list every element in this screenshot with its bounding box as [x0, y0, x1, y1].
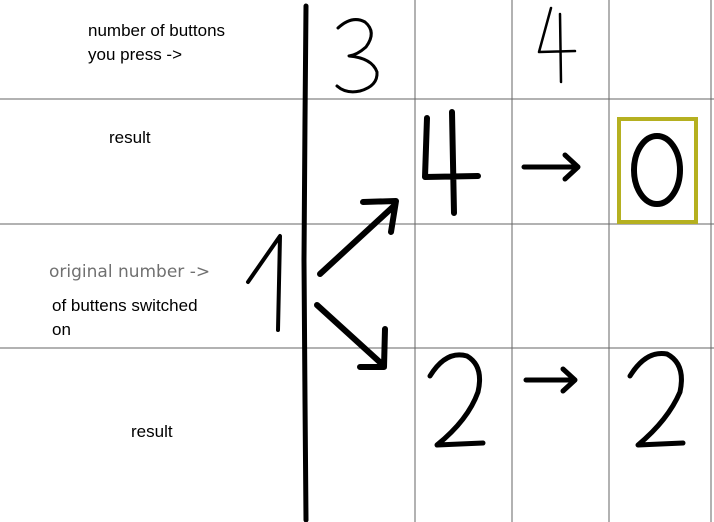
arrow-down-right-icon	[314, 302, 388, 370]
switched-on-label-line2: on	[52, 320, 71, 339]
buttons-pressed-label-line1: number of buttons	[88, 21, 226, 40]
diagram-canvas: number of buttons you press -> result or…	[0, 0, 714, 522]
arrow-right-icon-bottom	[523, 366, 578, 394]
buttons-pressed-label-line2: you press ->	[88, 45, 183, 64]
result-label-top: result	[109, 128, 151, 147]
handwritten-digit-2-right	[627, 350, 686, 448]
result-label-bottom: result	[131, 422, 173, 441]
original-number-label: original number ->	[49, 262, 211, 282]
switched-on-label-line1: of buttens switched	[52, 296, 198, 315]
handwritten-digit-1	[246, 234, 282, 332]
handwritten-digit-2-left	[427, 352, 486, 448]
arrow-up-right-icon	[317, 198, 399, 277]
arrow-right-icon-top	[521, 152, 581, 182]
handwritten-digit-0	[631, 133, 683, 207]
handwritten-digit-4-top	[537, 6, 577, 84]
thick-divider	[301, 3, 309, 522]
handwritten-digit-3	[335, 18, 379, 94]
handwritten-digit-4-result	[422, 109, 481, 216]
